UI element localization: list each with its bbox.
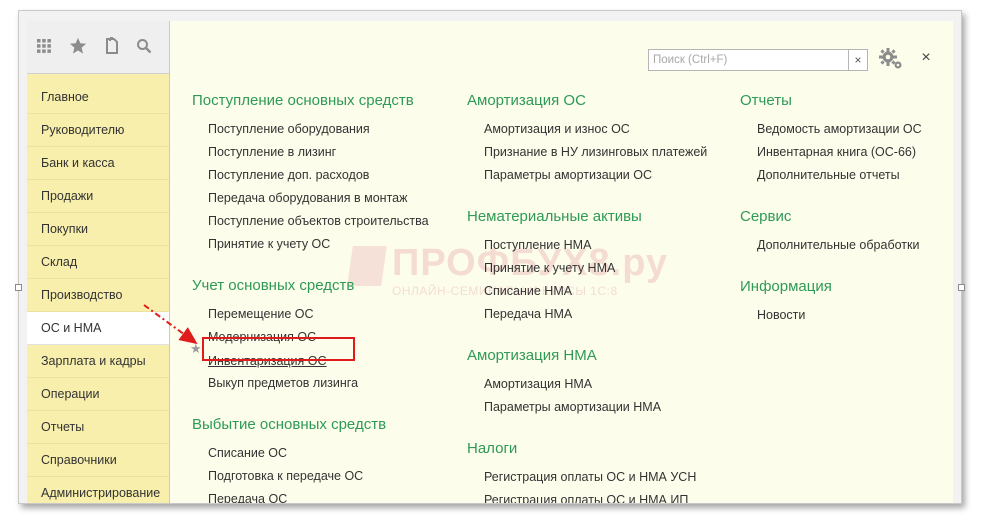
clear-search-button[interactable]: ×: [848, 50, 867, 70]
sidebar-item-production[interactable]: Производство: [27, 279, 169, 312]
section-title-receipt: Поступление основных средств: [192, 92, 414, 109]
top-toolbar: [27, 21, 169, 74]
search-box: ×: [648, 49, 868, 71]
link-leasing-buyout[interactable]: Выкуп предметов лизинга: [208, 376, 358, 390]
app-window: Главное Руководителю Банк и касса Продаж…: [27, 21, 953, 503]
sections-panel: Главное Руководителю Банк и касса Продаж…: [27, 21, 170, 503]
link-asset-writeoff[interactable]: Списание ОС: [208, 446, 287, 460]
sidebar-item-manager[interactable]: Руководителю: [27, 114, 169, 147]
sidebar-item-operations[interactable]: Операции: [27, 378, 169, 411]
history-icon[interactable]: [101, 35, 123, 57]
link-construction-receipt[interactable]: Поступление объектов строительства: [208, 214, 429, 228]
sidebar-item-admin[interactable]: Администрирование: [27, 477, 169, 503]
link-asset-handover[interactable]: Передача ОС: [208, 492, 287, 503]
link-depreciation-statement[interactable]: Ведомость амортизации ОС: [757, 122, 922, 136]
link-leasing-receipt[interactable]: Поступление в лизинг: [208, 145, 336, 159]
sidebar-item-bank[interactable]: Банк и касса: [27, 147, 169, 180]
sidebar-item-warehouse[interactable]: Склад: [27, 246, 169, 279]
link-leasing-payments[interactable]: Признание в НУ лизинговых платежей: [484, 145, 707, 159]
link-depreciation-wear[interactable]: Амортизация и износ ОС: [484, 122, 630, 136]
link-inventory-book[interactable]: Инвентарная книга (ОС-66): [757, 145, 916, 159]
link-equipment-mounting[interactable]: Передача оборудования в монтаж: [208, 191, 407, 205]
sidebar-item-main[interactable]: Главное: [27, 81, 169, 114]
link-intangible-depreciation[interactable]: Амортизация НМА: [484, 377, 592, 391]
sections-list: Главное Руководителю Банк и касса Продаж…: [27, 81, 169, 503]
sidebar-item-reports[interactable]: Отчеты: [27, 411, 169, 444]
link-intangible-depreciation-params[interactable]: Параметры амортизации НМА: [484, 400, 661, 414]
link-asset-transfer[interactable]: Перемещение ОС: [208, 307, 314, 321]
link-additional-reports[interactable]: Дополнительные отчеты: [757, 168, 900, 182]
section-title-accounting: Учет основных средств: [192, 277, 355, 294]
resize-handle-right[interactable]: [958, 284, 965, 291]
star-icon[interactable]: [67, 35, 89, 57]
highlight-box: [202, 337, 355, 361]
link-asset-acceptance[interactable]: Принятие к учету ОС: [208, 237, 330, 251]
link-additional-processing[interactable]: Дополнительные обработки: [757, 238, 919, 252]
sidebar-item-purchases[interactable]: Покупки: [27, 213, 169, 246]
link-intangible-acceptance[interactable]: Принятие к учету НМА: [484, 261, 615, 275]
section-title-disposal: Выбытие основных средств: [192, 416, 387, 433]
section-title-intangible-depreciation: Амортизация НМА: [467, 347, 597, 364]
link-extra-costs[interactable]: Поступление доп. расходов: [208, 168, 369, 182]
gear-icon[interactable]: [878, 47, 904, 71]
search-icon[interactable]: [133, 35, 155, 57]
section-title-intangibles: Нематериальные активы: [467, 208, 642, 225]
link-transfer-preparation[interactable]: Подготовка к передаче ОС: [208, 469, 363, 483]
link-intangible-transfer[interactable]: Передача НМА: [484, 307, 572, 321]
favorite-star-icon[interactable]: ★: [190, 341, 202, 357]
apps-grid-icon[interactable]: [33, 35, 55, 57]
close-icon[interactable]: ×: [918, 48, 934, 68]
link-intangible-writeoff[interactable]: Списание НМА: [484, 284, 572, 298]
search-input[interactable]: [649, 50, 853, 70]
link-payment-usn[interactable]: Регистрация оплаты ОС и НМА УСН: [484, 470, 696, 484]
link-news[interactable]: Новости: [757, 308, 805, 322]
link-equipment-receipt[interactable]: Поступление оборудования: [208, 122, 370, 136]
section-title-depreciation: Амортизация ОС: [467, 92, 586, 109]
sidebar-item-sales[interactable]: Продажи: [27, 180, 169, 213]
sidebar-item-fixed-assets[interactable]: ОС и НМА: [27, 312, 169, 345]
screenshot-frame: Главное Руководителю Банк и касса Продаж…: [15, 10, 965, 504]
sidebar-item-payroll[interactable]: Зарплата и кадры: [27, 345, 169, 378]
section-title-taxes: Налоги: [467, 440, 518, 457]
resize-handle-left[interactable]: [15, 284, 22, 291]
section-title-service: Сервис: [740, 208, 792, 225]
section-content: ПРОФБУХ8.ру ОНЛАЙН-СЕМИНАРЫ И КУРСЫ 1С:8…: [170, 21, 953, 503]
link-intangible-receipt[interactable]: Поступление НМА: [484, 238, 591, 252]
section-title-information: Информация: [740, 278, 832, 295]
sidebar-item-catalogs[interactable]: Справочники: [27, 444, 169, 477]
link-payment-ip[interactable]: Регистрация оплаты ОС и НМА ИП: [484, 493, 688, 503]
section-title-reports: Отчеты: [740, 92, 792, 109]
link-depreciation-params[interactable]: Параметры амортизации ОС: [484, 168, 652, 182]
